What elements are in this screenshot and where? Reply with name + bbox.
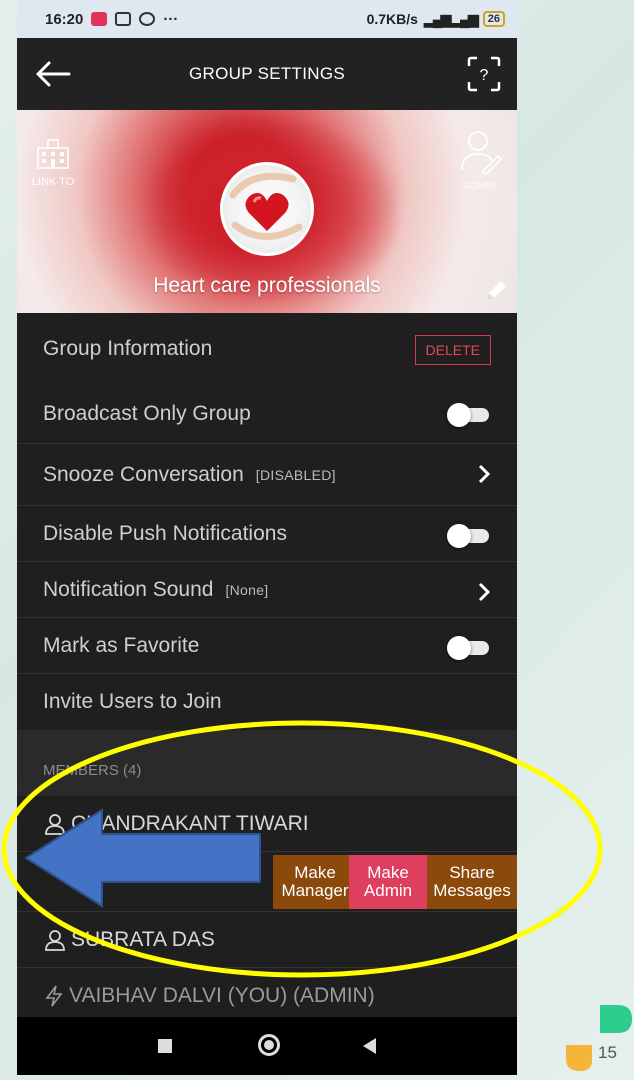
pencil-edit-icon[interactable] [483,278,509,304]
broadcast-only-toggle[interactable] [447,403,489,427]
share-messages-line2: Messages [433,881,511,900]
make-admin-line2: Admin [363,881,413,900]
link-to-label: LINK TO [31,176,75,188]
signal-icon: ▂▄▆ ▂▄▆ [423,10,479,27]
snooze-label: Snooze Conversation [43,462,244,486]
admin-button[interactable]: ADMIN [457,128,503,192]
notification-sound-value: [None] [225,581,269,598]
notification-sound-row[interactable]: Notification Sound [None] [17,562,517,618]
mail-icon [115,12,132,26]
user-icon [45,929,65,951]
building-icon [37,139,69,169]
disable-push-label: Disable Push Notifications [43,521,287,545]
broadcast-only-row: Broadcast Only Group [17,385,517,444]
back-triangle-icon[interactable] [363,1038,376,1054]
network-speed: 0.7KB/s [366,11,418,27]
make-manager-line1: Make [294,863,336,882]
settings-list: Group Information DELETE Broadcast Only … [17,313,517,1024]
snooze-status: [DISABLED] [255,466,336,483]
chevron-right-icon [478,582,491,602]
disable-push-toggle[interactable] [447,524,489,548]
make-manager-line2: Manager [281,881,349,900]
group-banner: LINK TO ADMIN Heart care professionals [17,110,517,313]
snooze-row[interactable]: Snooze Conversation [DISABLED] [17,444,517,506]
group-information-label: Group Information [43,337,213,360]
group-avatar[interactable] [220,162,314,256]
android-nav-bar [17,1017,517,1075]
app-notification-icon [91,12,108,26]
invite-users-row[interactable]: Invite Users to Join [17,674,517,730]
call-icon [139,12,156,26]
section-divider [17,730,517,744]
delete-button[interactable]: DELETE [414,335,491,365]
disable-push-row: Disable Push Notifications [17,506,517,562]
app-header: GROUP SETTINGS ? [17,38,517,110]
group-name: Heart care professionals [153,274,381,297]
lightning-icon [45,985,63,1006]
make-admin-button[interactable]: Make Admin [349,855,427,909]
member-name: VAIBHAV DALVI (YOU) (ADMIN) [69,983,375,1007]
recent-apps-icon[interactable] [158,1039,172,1053]
mark-favorite-toggle[interactable] [447,636,489,660]
qr-scan-icon[interactable]: ? [467,56,501,92]
member-row[interactable]: SUBRATA DAS [17,912,517,968]
battery-icon: 26 [482,11,505,27]
status-bar: 16:20 ··· 0.7KB/s ▂▄▆ ▂▄▆ 26 [17,0,517,38]
phone-screen: 16:20 ··· 0.7KB/s ▂▄▆ ▂▄▆ 26 GROUP SETTI… [17,0,517,1075]
group-information-row[interactable]: Group Information DELETE [17,313,517,385]
admin-label: ADMIN [463,181,497,192]
page-title: GROUP SETTINGS [189,64,345,83]
admin-user-icon [461,131,503,176]
share-messages-button[interactable]: Share Messages [427,855,517,909]
mark-favorite-label: Mark as Favorite [43,633,200,657]
chevron-right-icon [478,464,491,484]
member-name: SUBRATA DAS [71,927,215,951]
left-arrow-annotation [24,808,261,908]
member-row[interactable]: VAIBHAV DALVI (YOU) (ADMIN) [17,968,517,1024]
members-header: MEMBERS (4) [17,744,517,796]
make-manager-button[interactable]: Make Manager [273,855,349,909]
status-time: 16:20 [45,10,84,28]
page-number: 15 [598,1043,617,1062]
svg-text:?: ? [480,67,489,84]
invite-users-label: Invite Users to Join [43,690,222,713]
make-admin-line1: Make [367,863,409,882]
more-notifications-icon: ··· [163,10,179,28]
link-to-button[interactable]: LINK TO [29,138,77,188]
home-icon[interactable] [258,1034,280,1056]
heart-hands-icon [229,172,303,240]
notification-sound-label: Notification Sound [43,577,214,601]
broadcast-only-label: Broadcast Only Group [43,402,251,425]
share-messages-line1: Share [449,863,495,882]
mark-favorite-row: Mark as Favorite [17,618,517,674]
